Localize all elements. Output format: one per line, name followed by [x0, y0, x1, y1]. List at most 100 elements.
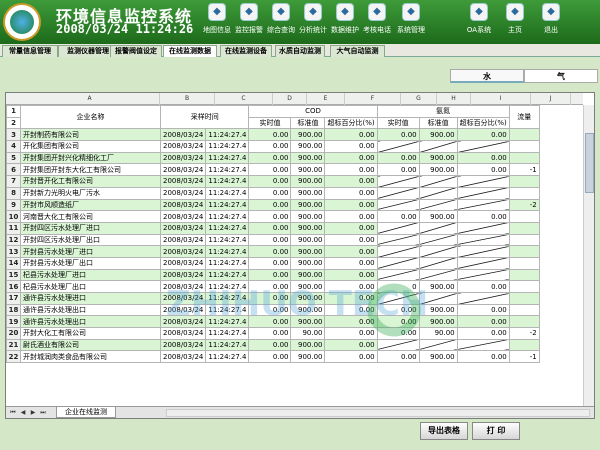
header-sub[interactable]: 超标百分比(%)	[456, 116, 510, 130]
cod-cell[interactable]: 0.00	[324, 221, 378, 235]
flow-cell[interactable]	[508, 140, 540, 153]
empty-cell[interactable]	[418, 198, 458, 212]
date-cell[interactable]: 2008/03/24	[159, 268, 207, 282]
ammonia-cell[interactable]: 0.00	[456, 303, 510, 317]
nav-tab-2[interactable]: 报警阀值设定	[110, 45, 162, 57]
ammonia-cell[interactable]: 900.00	[418, 315, 458, 329]
cod-cell[interactable]: 0.00	[324, 128, 378, 142]
nav-tab-4[interactable]: 在线监测设备	[220, 45, 272, 57]
cod-cell[interactable]: 0.00	[324, 151, 378, 165]
empty-cell[interactable]	[376, 175, 420, 188]
prev-sheet-icon[interactable]: ◀	[19, 408, 27, 417]
company-cell[interactable]: 杞县污水处理厂出口	[20, 280, 161, 293]
empty-cell[interactable]	[418, 140, 458, 153]
header-cod[interactable]: COD	[248, 105, 378, 118]
cod-cell[interactable]: 900.00	[290, 315, 326, 329]
cod-cell[interactable]: 0.00	[248, 221, 292, 235]
row-number[interactable]: 20	[6, 327, 21, 340]
table-row[interactable]: 3 开封制药有限公司 2008/03/24 11:24:27.4 0.00 900.00 0…	[6, 128, 540, 142]
row-number[interactable]: 1	[6, 105, 21, 118]
time-cell[interactable]: 11:24:27.4	[205, 221, 250, 235]
ammonia-cell[interactable]: 0.00	[376, 163, 420, 177]
cod-cell[interactable]: 0.00	[248, 315, 292, 329]
cod-cell[interactable]: 0.00	[324, 303, 378, 317]
flow-cell[interactable]	[508, 221, 540, 235]
row-number[interactable]: 18	[6, 303, 21, 317]
table-row[interactable]: 4 开化集团有限公司 2008/03/24 11:24:27.4 0.00 900.00 0…	[6, 140, 540, 153]
row-number[interactable]: 22	[6, 350, 21, 364]
date-cell[interactable]: 2008/03/24	[159, 350, 207, 364]
flow-cell[interactable]: -1	[508, 350, 540, 364]
flow-cell[interactable]	[508, 186, 540, 200]
row-number[interactable]: 14	[6, 256, 21, 270]
row-number[interactable]: 4	[6, 140, 21, 153]
company-cell[interactable]: 开封晋开化工有限公司	[20, 175, 161, 188]
vertical-scrollbar[interactable]	[583, 105, 594, 408]
empty-cell[interactable]	[418, 256, 458, 270]
cod-cell[interactable]: 0.00	[324, 140, 378, 153]
date-cell[interactable]: 2008/03/24	[159, 198, 207, 212]
empty-cell[interactable]	[376, 233, 420, 247]
empty-cell[interactable]	[418, 245, 458, 258]
cod-cell[interactable]: 900.00	[290, 350, 326, 364]
table-row[interactable]: 8 开封新力光明火电厂污水 2008/03/24 11:24:27.4 0.00 900.…	[6, 186, 540, 200]
time-cell[interactable]: 11:24:27.4	[205, 175, 250, 188]
cod-cell[interactable]: 0.00	[324, 256, 378, 270]
ammonia-cell[interactable]: 0.00	[376, 315, 420, 329]
column-letter[interactable]: B	[160, 93, 215, 105]
tab-water[interactable]: 水	[450, 69, 524, 83]
table-row[interactable]: 20 开封大化工有限公司 2008/03/24 11:24:27.4 0.00 90.00…	[6, 327, 540, 340]
table-row[interactable]: 12 开封四区污水处理厂出口 2008/03/24 11:24:27.4 0.00 900…	[6, 233, 540, 247]
date-cell[interactable]: 2008/03/24	[159, 221, 207, 235]
time-cell[interactable]: 11:24:27.4	[205, 128, 250, 142]
empty-cell[interactable]	[456, 233, 510, 247]
empty-cell[interactable]	[418, 175, 458, 188]
header-sub[interactable]: 实时值	[248, 116, 292, 130]
date-cell[interactable]: 2008/03/24	[159, 175, 207, 188]
first-sheet-icon[interactable]: ⏮	[9, 408, 17, 417]
cod-cell[interactable]: 900.00	[290, 151, 326, 165]
header-sub[interactable]: 实时值	[376, 116, 420, 130]
cod-cell[interactable]: 0.00	[248, 163, 292, 177]
cod-cell[interactable]: 900.00	[290, 256, 326, 270]
time-cell[interactable]: 11:24:27.4	[205, 315, 250, 329]
flow-cell[interactable]	[508, 338, 540, 352]
company-cell[interactable]: 开封大化工有限公司	[20, 327, 161, 340]
empty-cell[interactable]	[376, 245, 420, 258]
toolbar-monitor-button[interactable]: ◆ OA系统	[462, 3, 496, 41]
flow-cell[interactable]	[508, 245, 540, 258]
time-cell[interactable]: 11:24:27.4	[205, 280, 250, 293]
table-row[interactable]: 18 通许县污水处理出口 2008/03/24 11:24:27.4 0.00 900.0…	[6, 303, 540, 317]
table-row[interactable]: 11 开封四区污水处理厂进口 2008/03/24 11:24:27.4 0.00 900…	[6, 221, 540, 235]
cod-cell[interactable]: 900.00	[290, 303, 326, 317]
flow-cell[interactable]	[508, 128, 540, 142]
cod-cell[interactable]: 900.00	[290, 210, 326, 223]
flow-cell[interactable]: -2	[508, 327, 540, 340]
cod-cell[interactable]: 900.00	[290, 245, 326, 258]
empty-cell[interactable]	[376, 186, 420, 200]
empty-cell[interactable]	[376, 268, 420, 282]
date-cell[interactable]: 2008/03/24	[159, 163, 207, 177]
toolbar-home-button[interactable]: ◆ 主页	[498, 3, 532, 41]
header-sub[interactable]: 超标百分比(%)	[324, 116, 378, 130]
table-row[interactable]: 21 尉氏酒业有限公司 2008/03/24 11:24:27.4 0.00 900.00…	[6, 338, 540, 352]
table-row[interactable]: 19 通许县污水处理出口 2008/03/24 11:24:27.4 0.00 900.0…	[6, 315, 540, 329]
column-letter[interactable]: E	[307, 93, 345, 105]
empty-cell[interactable]	[456, 175, 510, 188]
empty-cell[interactable]	[418, 268, 458, 282]
ammonia-cell[interactable]: 0.00	[456, 327, 510, 340]
row-number[interactable]: 6	[6, 163, 21, 177]
ammonia-cell[interactable]: 900.00	[418, 210, 458, 223]
flow-cell[interactable]	[508, 210, 540, 223]
date-cell[interactable]: 2008/03/24	[159, 151, 207, 165]
cod-cell[interactable]: 0.00	[324, 327, 378, 340]
column-letter[interactable]: G	[401, 93, 437, 105]
nav-tab-0[interactable]: 常量信息管理	[2, 45, 58, 57]
flow-cell[interactable]	[508, 280, 540, 293]
ammonia-cell[interactable]: 0.00	[456, 280, 510, 293]
header-company[interactable]: 企业名称	[20, 105, 161, 130]
flow-cell[interactable]	[508, 256, 540, 270]
flow-cell[interactable]	[508, 303, 540, 317]
time-cell[interactable]: 11:24:27.4	[205, 233, 250, 247]
column-letter[interactable]: F	[345, 93, 401, 105]
